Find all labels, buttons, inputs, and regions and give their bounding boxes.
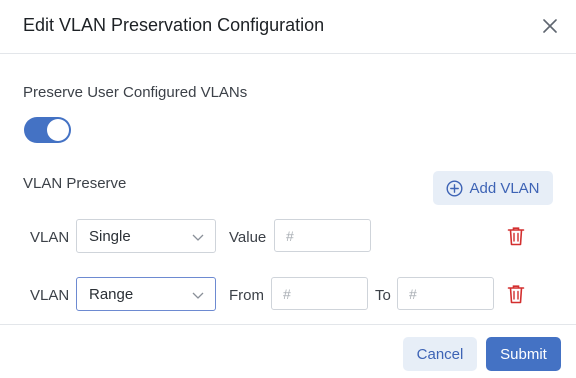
- add-vlan-label: Add VLAN: [469, 179, 540, 197]
- trash-icon[interactable]: [507, 226, 525, 246]
- vlan-label: VLAN: [30, 229, 70, 246]
- to-label: To: [375, 287, 391, 304]
- submit-button[interactable]: Submit: [486, 337, 561, 371]
- vlan-type-value: Single: [89, 228, 131, 245]
- vlan-value-input[interactable]: [274, 219, 371, 252]
- vlan-label: VLAN: [30, 287, 70, 304]
- vlan-preserve-label: VLAN Preserve: [23, 175, 127, 192]
- cancel-button[interactable]: Cancel: [403, 337, 477, 371]
- close-icon: [543, 19, 557, 33]
- chevron-down-icon: [192, 234, 204, 241]
- trash-icon[interactable]: [507, 284, 525, 304]
- preserve-label: Preserve User Configured VLANs: [23, 84, 248, 101]
- plus-circle-icon: [446, 179, 463, 197]
- vlan-type-value: Range: [89, 286, 134, 303]
- dialog-title: Edit VLAN Preservation Configuration: [23, 15, 325, 35]
- preserve-toggle[interactable]: [24, 117, 71, 143]
- vlan-type-select[interactable]: Range: [76, 277, 216, 311]
- vlan-to-input[interactable]: [397, 277, 494, 310]
- dialog-footer: Cancel Submit: [0, 324, 576, 378]
- add-vlan-button[interactable]: Add VLAN: [433, 171, 553, 205]
- value-label: Value: [229, 229, 267, 246]
- vlan-type-select[interactable]: Single: [76, 219, 216, 253]
- from-label: From: [229, 287, 264, 304]
- close-button[interactable]: [536, 12, 564, 40]
- toggle-knob: [47, 119, 69, 141]
- dialog-header: Edit VLAN Preservation Configuration: [0, 0, 576, 54]
- chevron-down-icon: [192, 292, 204, 299]
- vlan-from-input[interactable]: [271, 277, 368, 310]
- vlan-preservation-dialog: Edit VLAN Preservation Configuration Pre…: [0, 0, 576, 378]
